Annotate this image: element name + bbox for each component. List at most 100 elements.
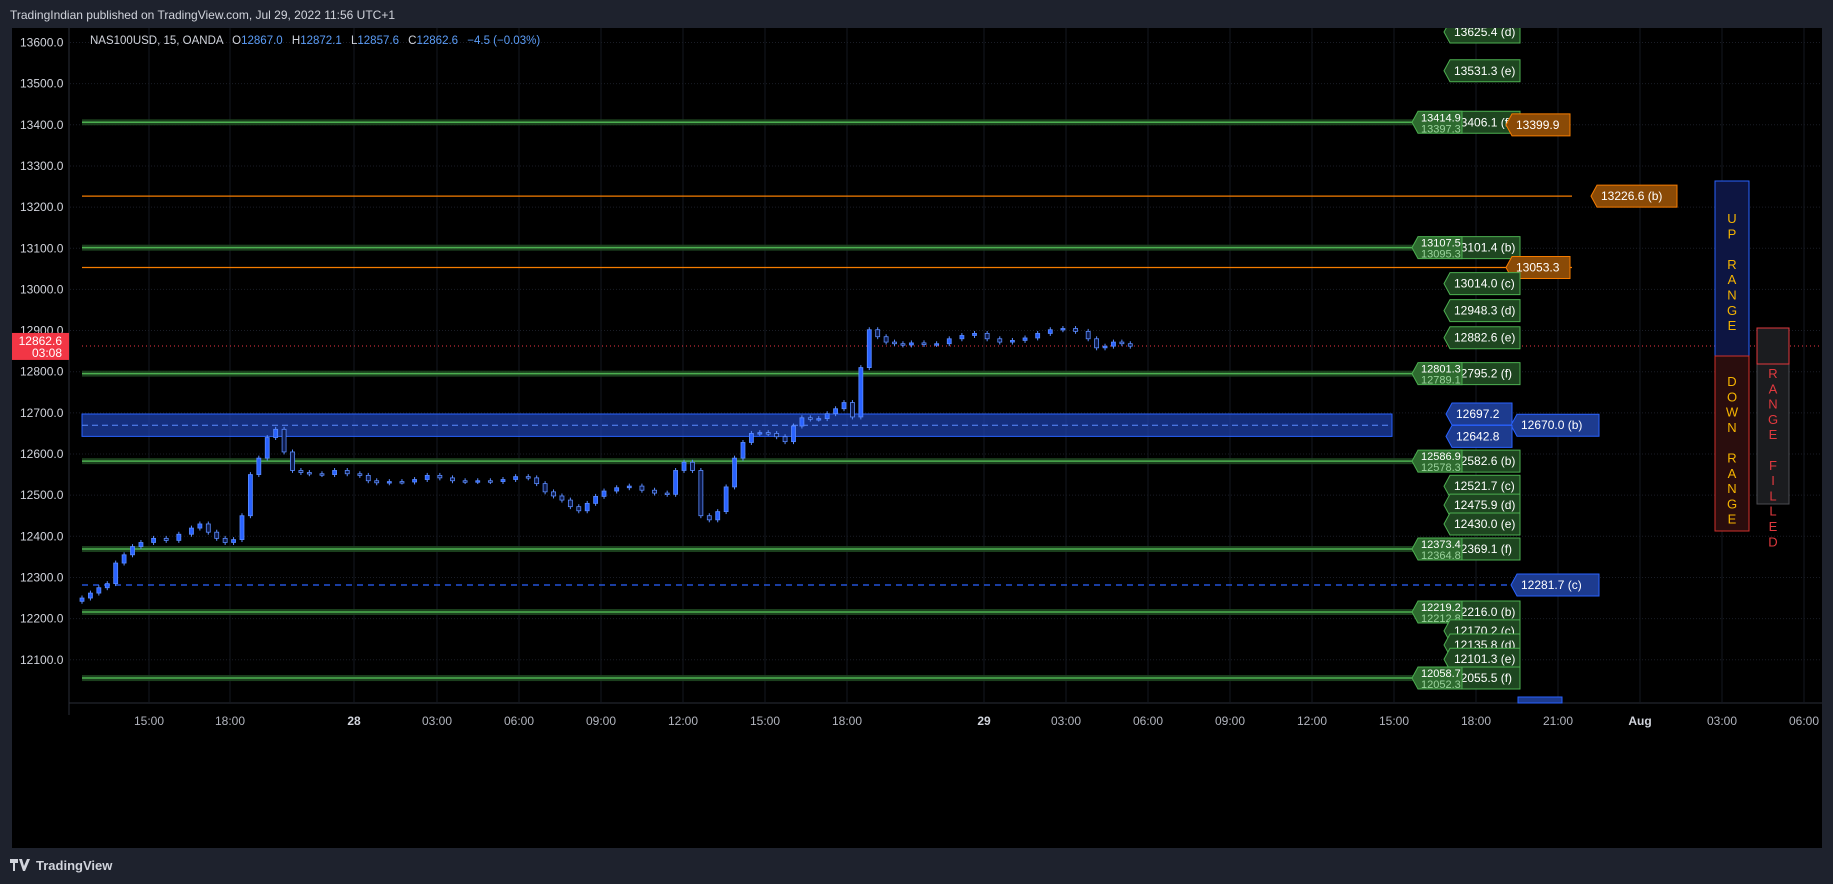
level-label: 12882.6 (e) [1443,326,1521,350]
down-range-panel-letter: A [1728,466,1737,481]
candle-body [1035,333,1041,339]
level-sub-labels: 13414.913397.3 [1411,110,1463,135]
candle-body [264,437,270,459]
candle-body [273,428,279,438]
up-range-panel-letter: G [1727,303,1737,318]
candle-body [121,554,127,564]
up-range-panel-letter: U [1727,211,1736,226]
x-tick-label: 28 [347,714,361,728]
tradingview-logo[interactable]: TradingView [10,858,112,873]
level-sub-lower: 13397.3 [1421,123,1461,135]
level-sub-labels: 12801.312789.1 [1411,362,1463,387]
candle-body [748,433,754,443]
level-label: 12948.3 (d) [1443,299,1521,323]
candle-body [807,417,813,420]
level-label-text: 13101.4 (b) [1454,241,1515,255]
candle-body [1102,345,1108,349]
candle-body [997,338,1003,343]
down-range-panel-letter: N [1727,420,1736,435]
down-range-panel: DOWNRANGE [1714,355,1750,532]
candle-body [690,461,695,471]
candle-body [858,367,864,418]
candle-body [799,417,805,427]
down-range-panel-letter: D [1727,374,1736,389]
level-label-text: 13625.4 (d) [1454,28,1515,39]
candle-body [715,511,721,521]
y-tick-label: 13400.0 [20,118,64,132]
level-label-text: 13226.6 (b) [1601,189,1662,203]
price-chart[interactable]: 13600.0 13500.0 13400.0 13300.0 13200.0 13100… [12,20,1822,848]
close-value: 12862.6 [416,35,459,47]
candle-body [239,515,245,540]
level-sub-lower: 12052.3 [1421,679,1461,691]
x-tick-label: 18:00 [215,714,245,728]
candle-body [386,481,392,484]
candle-body [319,473,325,476]
x-tick-label: 18:00 [832,714,862,728]
candle-body [972,333,977,336]
down-range-panel-letter: E [1728,512,1737,527]
x-tick-label: 15:00 [134,714,164,728]
level-label-text: 12101.3 (e) [1454,652,1515,666]
level-label-text: 13406.1 (f) [1454,115,1512,129]
level-label: 13625.4 (d) [1443,20,1521,44]
level-label: 12281.7 (c) [1510,573,1600,597]
candle-body [475,480,481,483]
candle-body [79,597,85,602]
level-label-text: 12281.7 (c) [1521,578,1582,592]
level-label: 12642.8 [1445,424,1513,448]
publisher-header: TradingIndian published on TradingView.c… [0,0,1833,28]
candle-body [1119,341,1125,345]
y-tick-label: 12500.0 [20,488,64,502]
y-tick-label: 13200.0 [20,200,64,214]
candle-body [732,457,737,488]
level-label: 13399.9 [1505,113,1571,137]
candle-body [1111,341,1116,347]
candle-body [332,470,338,475]
level-label-text: 12582.6 (b) [1454,454,1515,468]
candle-body [883,336,889,343]
level-label-text: 12948.3 (d) [1454,304,1515,318]
candle-body [791,425,796,443]
y-tick-label: 13500.0 [20,77,64,91]
x-tick-label: 03:00 [422,714,452,728]
candle-body [757,432,763,435]
candle-body [833,408,838,415]
candle-body [1085,330,1091,340]
down-range-panel-letter: O [1727,389,1737,404]
brand-name: TradingView [36,858,113,873]
candle-body [875,329,881,338]
candle-body [567,499,573,508]
level-label: 13406.1 (f)13414.913397.3 [1411,110,1521,135]
up-range-panel-letter: E [1728,318,1737,333]
level-sub-labels: 13107.513095.3 [1411,236,1463,261]
tradingview-logo-icon [10,859,30,871]
candle-body [559,495,565,501]
candle-body [357,473,363,476]
candle-body [365,474,371,482]
y-tick-label: 13600.0 [20,36,64,50]
level-label: 12430.0 (e) [1443,512,1521,536]
level-label-text: 12670.0 (b) [1521,418,1582,432]
chart-area[interactable]: 13600.0 13500.0 13400.0 13300.0 13200.0 13100… [12,20,1822,848]
level-label-text: 12055.5 (f) [1454,671,1512,685]
symbol-legend: NAS100USD, 15, OANDA O12867.0 H12872.1 L… [90,35,540,47]
up-range-panel-letter: A [1728,272,1737,287]
level-label-text: 12642.8 [1456,429,1500,443]
level-sub-labels: 12586.912578.3 [1411,449,1463,474]
range-filled-panel-letter: D [1768,534,1777,549]
x-tick-label: 03:00 [1707,714,1737,728]
range-filled-panel-letter: N [1768,397,1777,412]
candle-body [151,537,156,543]
x-tick-label: 09:00 [1215,714,1245,728]
x-tick-label: 06:00 [1133,714,1163,728]
high-value: 12872.1 [300,35,342,47]
x-tick-label: Aug [1628,714,1651,728]
down-range-panel-letter: W [1726,405,1739,420]
y-tick-label: 12300.0 [20,570,64,584]
candle-body [281,428,287,453]
candle-body [765,432,771,435]
y-tick-label: 12100.0 [20,653,64,667]
level-label-text: 13014.0 (c) [1454,277,1515,291]
candle-body [462,480,468,483]
